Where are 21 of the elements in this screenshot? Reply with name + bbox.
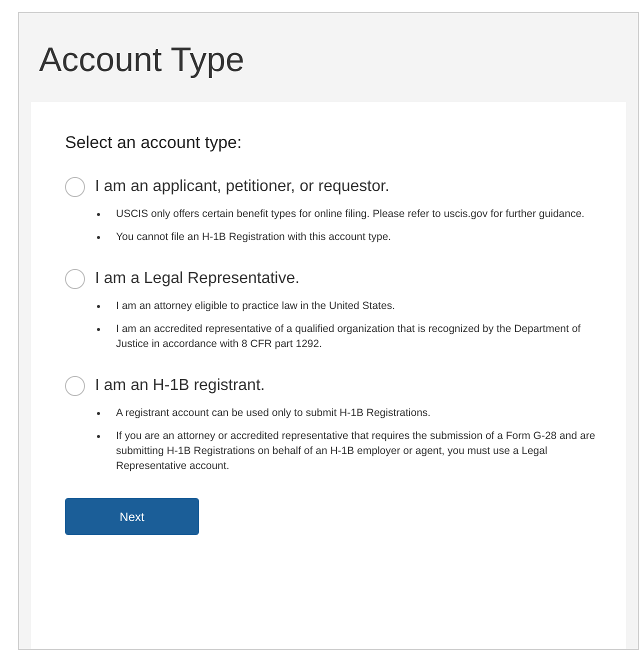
bullet-text: USCIS only offers certain benefit types for online filing. Please refer to uscis.gov for further guidance.	[116, 207, 584, 222]
bullet-icon	[97, 213, 100, 216]
bullet-text: A registrant account can be used only to submit H-1B Registrations.	[116, 406, 431, 421]
bullet-icon	[97, 305, 100, 308]
radio-button[interactable]	[65, 177, 85, 197]
prompt-text: Select an account type:	[65, 132, 243, 154]
radio-button[interactable]	[65, 376, 85, 396]
radio-button[interactable]	[65, 269, 85, 289]
next-button[interactable]: Next	[65, 498, 199, 535]
bullet-text: You cannot file an H-1B Registration with this account type.	[116, 230, 392, 245]
option-label: I am an H-1B registrant.	[95, 376, 265, 396]
option-label: I am a Legal Representative.	[95, 269, 300, 289]
bullet-icon	[97, 236, 100, 239]
bullet-icon	[97, 328, 100, 331]
bullet-text: I am an attorney eligible to practice law in the United States.	[116, 299, 395, 314]
bullet-text: I am an accredited representative of a qualified organization that is recognized by the Department of Justice in accordance with 8 CFR part 1292.	[116, 322, 582, 352]
bullet-icon	[97, 435, 100, 438]
bullet-text: If you are an attorney or accredited representative that requires the submission of a Form G-28 and are submitting H-1B Registrations on behalf of an H-1B employer or agent, you must use a Legal Representative account.	[116, 429, 596, 474]
bullet-icon	[97, 412, 100, 415]
page-title: Account Type	[38, 40, 246, 81]
option-label: I am an applicant, petitioner, or requestor.	[95, 177, 390, 197]
